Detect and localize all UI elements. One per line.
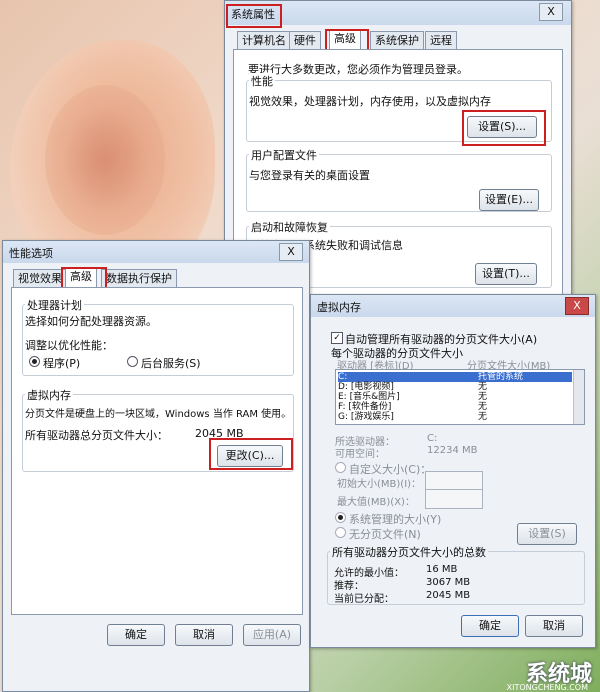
optimize-label: 调整以优化性能：: [25, 339, 113, 352]
max-size-input[interactable]: [425, 489, 483, 509]
list-scrollbar[interactable]: [573, 370, 584, 424]
selected-drive-value: C:: [427, 433, 438, 444]
tab-dep[interactable]: 数据执行保护: [101, 269, 177, 287]
cancel-button[interactable]: 取消: [175, 624, 233, 646]
currently-allocated-label: 当前已分配：: [334, 594, 394, 605]
processor-scheduling-group: 处理器计划 选择如何分配处理器资源。 调整以优化性能： 程序(P) 后台服务(S…: [22, 297, 294, 376]
user-profiles-desc: 与您登录有关的桌面设置: [249, 169, 370, 182]
user-profiles-title: 用户配置文件: [249, 147, 319, 163]
performance-options-window: 性能选项 X 视觉效果 高级 数据执行保护 处理器计划 选择如何分配处理器资源。…: [2, 240, 310, 692]
window-title: 性能选项: [9, 247, 53, 260]
virtual-memory-title: 虚拟内存: [25, 387, 73, 403]
user-profiles-settings-button[interactable]: 设置(E)...: [479, 189, 539, 211]
ok-button[interactable]: 确定: [107, 624, 165, 646]
initial-size-input[interactable]: [425, 471, 483, 491]
user-profiles-group: 用户配置文件 与您登录有关的桌面设置 设置(E)...: [246, 147, 552, 212]
system-managed-radio[interactable]: [335, 512, 346, 523]
drive-size: 无: [478, 382, 488, 392]
list-item[interactable]: E: [音乐&图片] 无: [338, 392, 572, 402]
virtual-memory-desc: 分页文件是硬盘上的一块区域，Windows 当作 RAM 使用。: [25, 409, 292, 420]
startup-recovery-title: 启动和故障恢复: [249, 219, 330, 235]
tab-visual-effects[interactable]: 视觉效果: [13, 269, 67, 287]
drive-size: 无: [478, 402, 488, 412]
processor-scheduling-desc: 选择如何分配处理器资源。: [25, 315, 157, 328]
drive-letter: F: [软件备份]: [338, 402, 392, 412]
no-paging-label: 无分页文件(N): [349, 528, 421, 541]
title-bar: 虚拟内存 X: [311, 295, 595, 317]
space-available-value: 12234 MB: [427, 445, 478, 456]
space-available-label: 可用空间：: [335, 449, 385, 460]
apply-button[interactable]: 应用(A): [243, 624, 301, 646]
background-services-radio[interactable]: [127, 356, 138, 367]
drive-size: 无: [478, 412, 488, 422]
tab-hardware[interactable]: 硬件: [289, 31, 321, 49]
total-paging-label: 所有驱动器总分页文件大小：: [25, 429, 168, 442]
list-item[interactable]: F: [软件备份] 无: [338, 402, 572, 412]
auto-manage-checkbox[interactable]: ✓: [331, 332, 343, 344]
cancel-button[interactable]: 取消: [525, 615, 583, 637]
no-paging-radio[interactable]: [335, 527, 346, 538]
close-button[interactable]: X: [539, 3, 563, 21]
tab-system-protection[interactable]: 系统保护: [370, 31, 424, 49]
min-allowed-value: 16 MB: [426, 564, 458, 575]
virtual-memory-window: 虚拟内存 X ✓ 自动管理所有驱动器的分页文件大小(A) 每个驱动器的分页文件大…: [310, 294, 596, 648]
programs-label: 程序(P): [43, 357, 81, 370]
tab-computer-name[interactable]: 计算机名: [237, 31, 291, 49]
title-highlight: [226, 4, 282, 28]
performance-desc: 视觉效果，处理器计划，内存使用，以及虚拟内存: [249, 95, 491, 108]
title-bar: 性能选项 X: [3, 241, 309, 263]
drive-letter: G: [游戏娱乐]: [338, 412, 394, 422]
drive-size: 托管的系统: [478, 372, 524, 382]
admin-note: 要进行大多数更改，您必须作为管理员登录。: [248, 63, 468, 76]
drive-list[interactable]: C: 托管的系统 D: [电影视频] 无 E: [音乐&图片] 无 F: [软件…: [335, 369, 585, 425]
close-button[interactable]: X: [565, 297, 589, 315]
custom-size-radio[interactable]: [335, 462, 346, 473]
background-services-label: 后台服务(S): [141, 357, 201, 370]
initial-size-label: 初始大小(MB)(I)：: [337, 479, 422, 490]
list-item[interactable]: C: 托管的系统: [338, 372, 572, 382]
list-item[interactable]: D: [电影视频] 无: [338, 382, 572, 392]
watermark-url: XITONGCHENG.COM: [506, 683, 588, 692]
startup-recovery-settings-button[interactable]: 设置(T)...: [475, 263, 537, 285]
close-button[interactable]: X: [279, 243, 303, 261]
max-size-label: 最大值(MB)(X)：: [337, 497, 415, 508]
totals-group: 所有驱动器分页文件大小的总数 允许的最小值： 16 MB 推荐： 3067 MB…: [327, 544, 585, 605]
processor-scheduling-title: 处理器计划: [25, 297, 84, 313]
system-managed-label: 系统管理的大小(Y): [349, 513, 442, 526]
ok-button[interactable]: 确定: [461, 615, 519, 637]
drive-size: 无: [478, 392, 488, 402]
change-button-highlight: [209, 438, 293, 470]
drive-letter: E: [音乐&图片]: [338, 392, 400, 402]
performance-title: 性能: [249, 73, 275, 89]
performance-button-highlight: [462, 110, 546, 146]
window-title: 虚拟内存: [317, 301, 361, 314]
tab-remote[interactable]: 远程: [425, 31, 457, 49]
programs-radio[interactable]: [29, 356, 40, 367]
currently-allocated-value: 2045 MB: [426, 590, 471, 601]
recommended-value: 3067 MB: [426, 577, 471, 588]
drive-letter: C:: [338, 372, 348, 382]
background-ear: [45, 85, 165, 235]
totals-title: 所有驱动器分页文件大小的总数: [330, 544, 488, 560]
drive-letter: D: [电影视频]: [338, 382, 394, 392]
set-button[interactable]: 设置(S): [517, 523, 577, 545]
list-item[interactable]: G: [游戏娱乐] 无: [338, 412, 572, 422]
